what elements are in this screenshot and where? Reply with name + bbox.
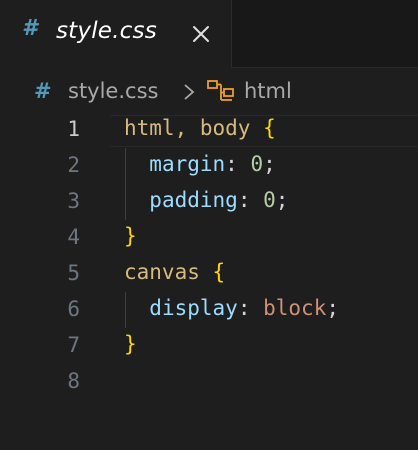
brace: }	[124, 332, 137, 356]
code-line[interactable]: 5 canvas {	[0, 256, 418, 292]
property: padding	[149, 188, 238, 212]
code-line[interactable]: 2 margin: 0;	[0, 148, 418, 184]
code-text: padding: 0;	[124, 188, 288, 212]
code-line[interactable]: 4 }	[0, 220, 418, 256]
keyword-value: block	[263, 296, 327, 320]
code-text: canvas {	[124, 260, 225, 284]
selector: canvas	[124, 260, 200, 284]
colon: :	[237, 188, 251, 212]
code-line[interactable]: 1 html, body {	[0, 112, 418, 148]
selector: html, body	[124, 116, 251, 140]
property: margin	[149, 152, 226, 176]
code-text: margin: 0;	[124, 152, 276, 176]
breadcrumb-file[interactable]: style.css	[68, 79, 158, 103]
line-number: 8	[67, 369, 80, 393]
brace: {	[263, 116, 276, 140]
line-number: 5	[67, 261, 80, 285]
colon: :	[225, 152, 238, 176]
colon: :	[237, 296, 251, 320]
line-number: 1	[67, 117, 80, 141]
line-number: 3	[67, 189, 80, 213]
breadcrumb: # style.css html	[0, 68, 418, 112]
code-text: html, body {	[124, 116, 276, 140]
semicolon: ;	[326, 296, 339, 320]
number-value: 0	[250, 152, 264, 176]
code-text: display: block;	[124, 296, 339, 320]
code-line[interactable]: 7 }	[0, 328, 418, 364]
tab-bar: # style.css	[0, 0, 418, 68]
line-number: 2	[67, 153, 80, 177]
line-number: 4	[67, 225, 80, 249]
number-value: 0	[263, 188, 276, 212]
tab-style-css[interactable]: # style.css	[0, 0, 232, 68]
hash-icon: #	[34, 79, 52, 103]
brace: {	[212, 260, 226, 284]
code-line[interactable]: 6 display: block;	[0, 292, 418, 328]
hash-icon: #	[22, 16, 38, 41]
semicolon: ;	[275, 188, 289, 212]
code-line[interactable]: 3 padding: 0;	[0, 184, 418, 220]
property: display	[149, 296, 238, 320]
line-number: 6	[67, 297, 80, 321]
breadcrumb-symbol[interactable]: html	[244, 79, 292, 103]
tab-title: style.css	[56, 18, 157, 44]
code-editor[interactable]: 1 html, body { 2 margin: 0; 3 padding: 0…	[0, 112, 418, 450]
line-number: 7	[67, 333, 80, 357]
editor-window: # style.css # style.css html 1 html, bod…	[0, 0, 418, 450]
brace: }	[124, 224, 137, 248]
code-text: }	[124, 224, 137, 248]
chevron-right-icon	[184, 84, 195, 100]
code-text: }	[124, 332, 137, 356]
code-line[interactable]: 8	[0, 364, 418, 400]
symbol-structure-icon	[207, 80, 234, 101]
semicolon: ;	[263, 152, 276, 176]
close-icon[interactable]	[190, 23, 212, 45]
